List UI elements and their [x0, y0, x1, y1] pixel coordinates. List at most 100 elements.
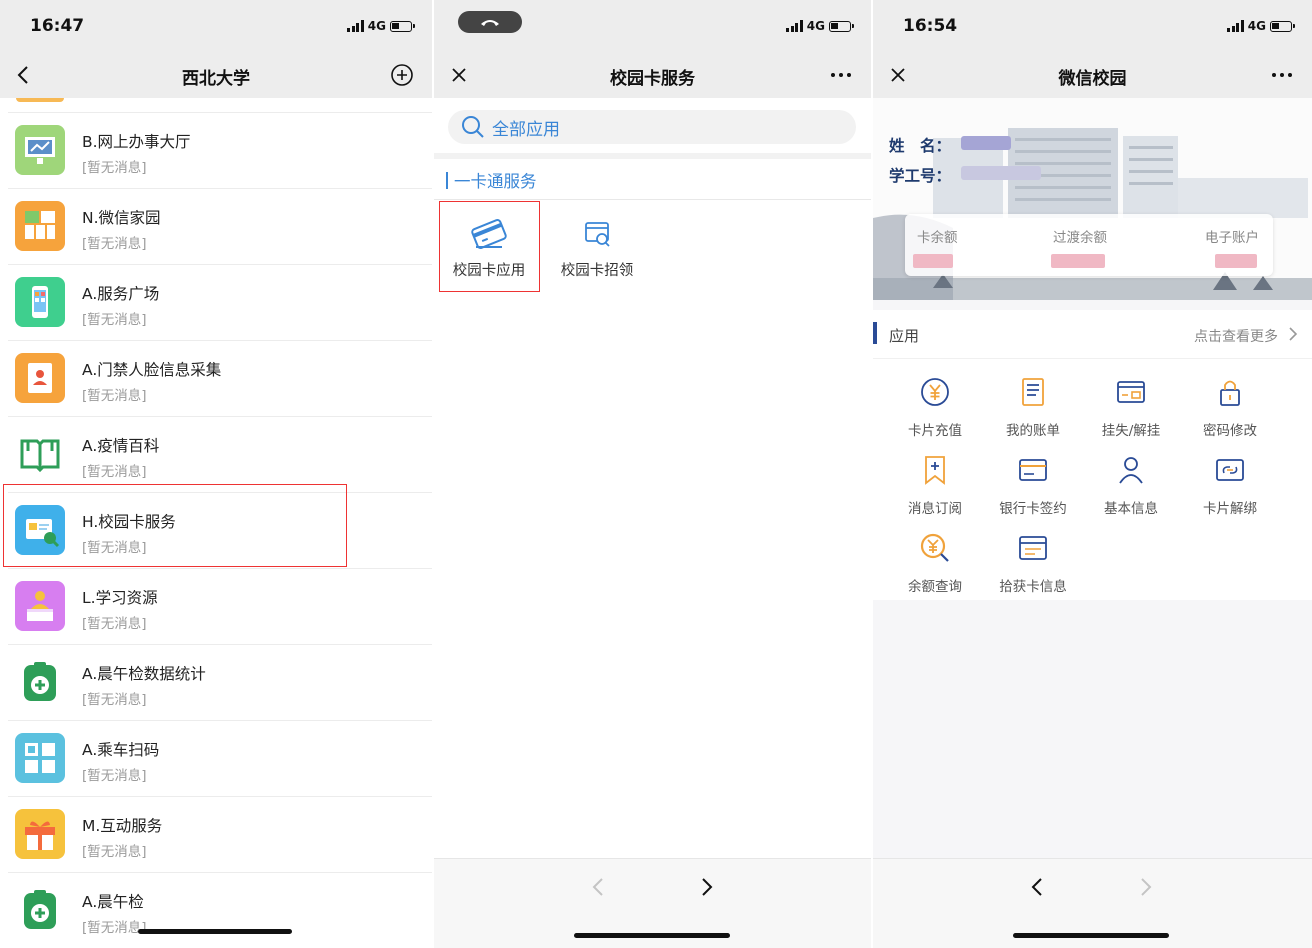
back-arrow-icon[interactable] — [587, 875, 611, 899]
item-title: A.门禁人脸信息采集 — [82, 361, 222, 379]
back-arrow-icon[interactable] — [1026, 875, 1050, 899]
grid-home-icon — [15, 201, 65, 251]
chevron-right-icon[interactable] — [1286, 325, 1300, 343]
yuan-circle-icon — [921, 378, 949, 406]
apps-title: 应用 — [889, 327, 920, 345]
app-card-unbind[interactable]: 卡片解绑 — [1180, 445, 1280, 523]
page-title: 微信校园 — [1058, 69, 1127, 89]
open-book-icon — [15, 429, 65, 479]
home-indicator — [574, 933, 730, 938]
e-account-blurred — [1215, 254, 1257, 268]
item-title: A.服务广场 — [82, 285, 160, 303]
app-report-loss[interactable]: 挂失/解挂 — [1081, 367, 1181, 445]
status-time: 16:47 — [30, 16, 85, 36]
status-bar: 16:47 4G — [0, 0, 432, 52]
app-label: 卡片解绑 — [1203, 501, 1257, 517]
transition-balance-label: 过渡余额 — [1053, 230, 1107, 246]
app-label: 基本信息 — [1104, 501, 1158, 517]
forward-arrow-icon[interactable] — [694, 875, 718, 899]
item-subtitle: [暂无消息] — [82, 616, 147, 632]
more-dots-icon[interactable] — [827, 62, 855, 88]
more-dots-icon[interactable] — [1268, 62, 1296, 88]
search-label: 全部应用 — [492, 119, 560, 140]
list-item[interactable]: A.门禁人脸信息采集 [暂无消息] — [0, 341, 432, 417]
app-card-lost-found[interactable]: 校园卡招领 — [547, 203, 647, 291]
app-label: 拾获卡信息 — [999, 579, 1067, 595]
apps-section-header: 应用 点击查看更多 — [873, 310, 1312, 358]
app-label: 校园卡招领 — [560, 263, 634, 279]
app-label: 密码修改 — [1203, 423, 1257, 439]
search-icon — [462, 116, 484, 138]
list-item[interactable]: N.微信家园 [暂无消息] — [0, 189, 432, 265]
app-change-password[interactable]: 密码修改 — [1180, 367, 1280, 445]
page-title: 西北大学 — [182, 69, 250, 89]
section-title: 一卡通服务 — [446, 168, 537, 192]
list-item[interactable]: A.疫情百科 [暂无消息] — [0, 417, 432, 493]
app-label: 我的账单 — [1006, 423, 1060, 439]
item-subtitle: [暂无消息] — [82, 844, 147, 860]
network-type: 4G — [1247, 19, 1266, 33]
person-icon — [1119, 457, 1143, 484]
status-bar: 4G — [434, 0, 871, 52]
list-item[interactable]: A.服务广场 [暂无消息] — [0, 265, 432, 341]
list-item[interactable]: M.互动服务 [暂无消息] — [0, 797, 432, 873]
bookmark-plus-icon — [925, 456, 945, 485]
app-my-bill[interactable]: 我的账单 — [983, 367, 1083, 445]
app-message-subscribe[interactable]: 消息订阅 — [885, 445, 985, 523]
list-item[interactable]: A.晨午检 [暂无消息] — [0, 873, 432, 948]
yuan-search-icon — [920, 533, 949, 562]
card-balance-label: 卡余额 — [917, 230, 958, 246]
list-item[interactable]: L.学习资源 [暂无消息] — [0, 569, 432, 645]
forward-arrow-icon[interactable] — [1133, 875, 1157, 899]
qr-scan-icon — [15, 733, 65, 783]
presentation-board-icon — [15, 125, 65, 175]
phone-app-icon — [15, 277, 65, 327]
nav-bar: 西北大学 — [0, 52, 432, 98]
battery-icon — [829, 20, 854, 32]
add-circle-icon[interactable] — [388, 62, 416, 88]
view-more-link[interactable]: 点击查看更多 — [1194, 326, 1278, 346]
item-subtitle: [暂无消息] — [82, 692, 147, 708]
app-balance-query[interactable]: 余额查询 — [885, 523, 985, 601]
bank-card-icon — [1019, 459, 1047, 481]
home-indicator — [138, 929, 292, 934]
item-title: A.乘车扫码 — [82, 741, 160, 759]
medical-clipboard-icon — [15, 885, 65, 935]
item-subtitle: [暂无消息] — [82, 920, 147, 936]
item-title: B.网上办事大厅 — [82, 133, 191, 151]
status-bar: 16:54 4G — [873, 0, 1312, 52]
item-subtitle: [暂无消息] — [82, 236, 147, 252]
item-subtitle: [暂无消息] — [82, 388, 147, 404]
app-bank-card-contract[interactable]: 银行卡签约 — [983, 445, 1083, 523]
apps-grid: 卡片充值 我的账单 挂失/解挂 密码修改 消息订阅 银行卡签约 基本信息 卡片解… — [873, 358, 1312, 600]
app-found-card-info[interactable]: 拾获卡信息 — [983, 523, 1083, 601]
item-title: A.疫情百科 — [82, 437, 160, 455]
highlight-box — [3, 484, 347, 567]
list-item[interactable]: B.网上办事大厅 [暂无消息] — [0, 113, 432, 189]
item-subtitle: [暂无消息] — [82, 464, 147, 480]
app-basic-info[interactable]: 基本信息 — [1081, 445, 1181, 523]
item-title: L.学习资源 — [82, 589, 158, 607]
app-card-recharge[interactable]: 卡片充值 — [885, 367, 985, 445]
item-subtitle: [暂无消息] — [82, 768, 147, 784]
list-item[interactable]: A.晨午检数据统计 [暂无消息] — [0, 645, 432, 721]
balance-card: 卡余额 过渡余额 电子账户 — [905, 214, 1273, 276]
user-card-banner: 姓 名： 学工号： 卡余额 过渡余额 电子账户 — [873, 98, 1312, 300]
network-type: 4G — [806, 19, 825, 33]
app-label: 消息订阅 — [908, 501, 962, 517]
active-call-pill[interactable] — [458, 11, 522, 33]
search-bar[interactable]: 全部应用 — [448, 110, 856, 144]
status-indicators: 4G — [786, 19, 854, 33]
nav-bar: 校园卡服务 — [434, 52, 871, 98]
item-title: N.微信家园 — [82, 209, 161, 227]
app-label: 银行卡签约 — [999, 501, 1067, 517]
name-value-blurred — [961, 136, 1011, 150]
highlight-box — [439, 201, 540, 292]
signal-icon — [347, 20, 364, 32]
phone-screen-campus-card-service: 4G 校园卡服务 全部应用 一卡通服务 校园卡应用 校园卡招领 — [434, 0, 871, 948]
transition-balance-blurred — [1051, 254, 1105, 268]
phone-screen-official-accounts: 16:47 4G 西北大学 B.网上办事大厅 [暂无消息] N.微信家园 [暂无… — [0, 0, 432, 948]
signal-icon — [786, 20, 803, 32]
home-indicator — [1013, 933, 1169, 938]
list-item[interactable]: A.乘车扫码 [暂无消息] — [0, 721, 432, 797]
